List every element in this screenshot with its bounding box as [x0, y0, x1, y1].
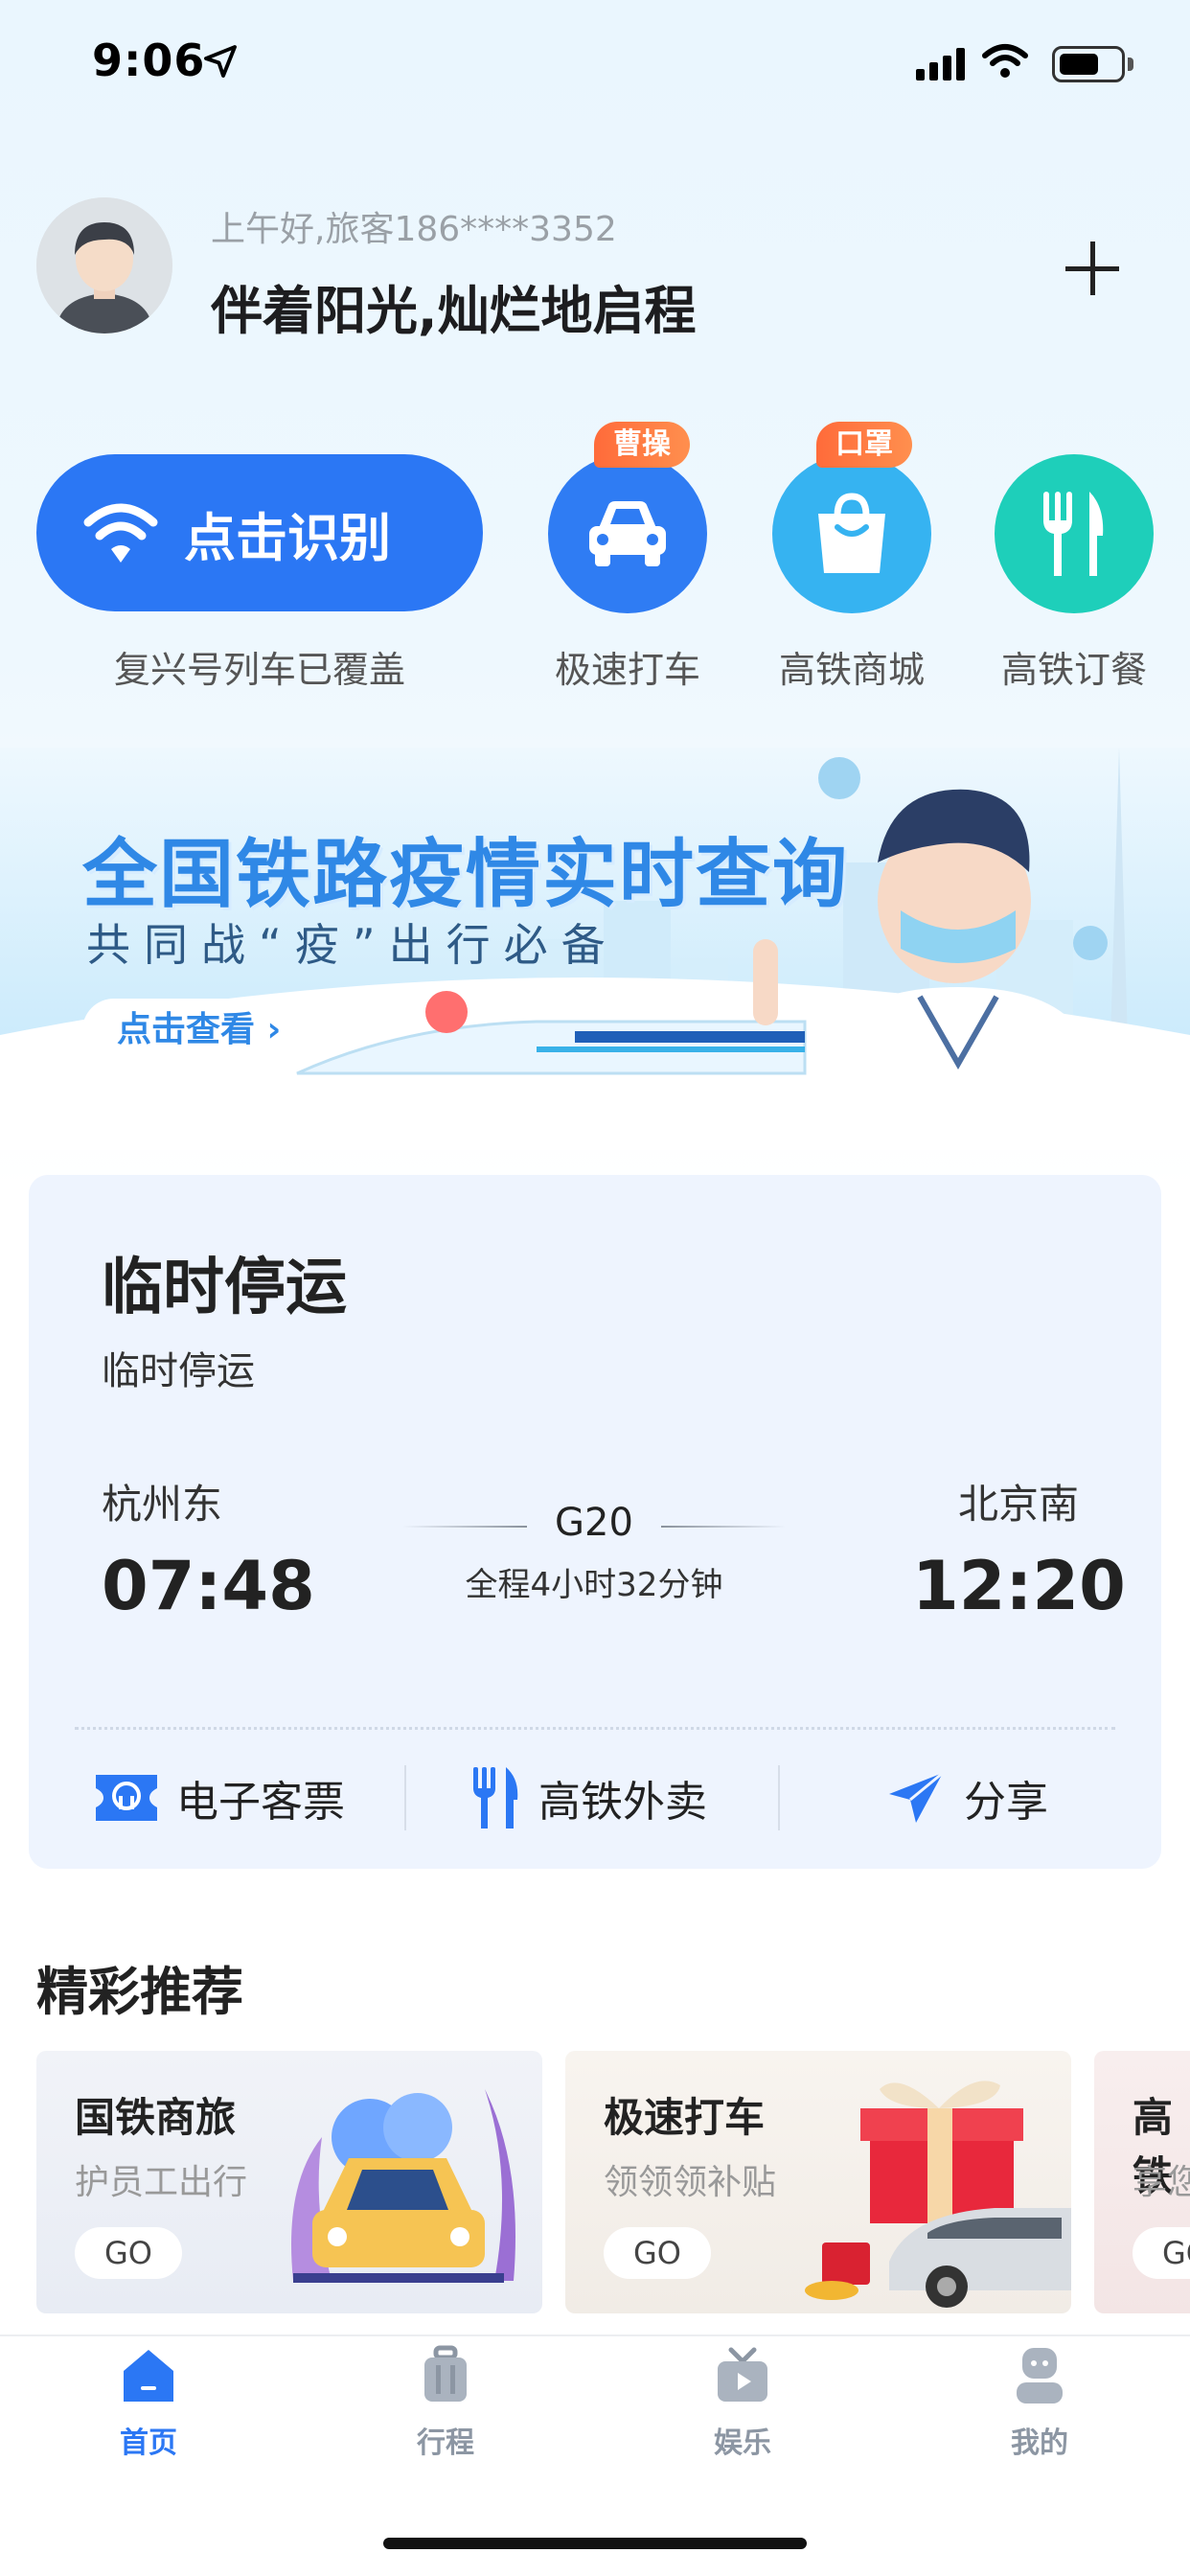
wifi-icon	[982, 44, 1028, 78]
share-action[interactable]: 分享	[887, 1763, 1048, 1832]
tab-label: 首页	[120, 2426, 177, 2460]
cellular-signal-icon	[916, 48, 965, 80]
action-separator	[778, 1765, 780, 1830]
departure-time: 07:48	[102, 1547, 315, 1625]
tab-home[interactable]: 首页	[53, 2344, 244, 2461]
battery-icon	[1052, 46, 1125, 82]
arrival-station: 北京南	[958, 1481, 1080, 1528]
share-plane-icon	[889, 1771, 944, 1823]
trip-status-subtitle: 临时停运	[102, 1349, 255, 1393]
taxi-tag-badge: 曹操	[594, 422, 690, 468]
recommend-card-partial[interactable]: 高铁 享您 GO	[1094, 2051, 1190, 2313]
recommend-section-title: 精彩推荐	[36, 1962, 243, 2022]
tab-trips[interactable]: 行程	[350, 2344, 541, 2461]
avatar[interactable]	[36, 197, 172, 334]
tab-label: 娱乐	[714, 2426, 771, 2460]
identify-label: 点击识别	[184, 507, 391, 568]
battery-tip	[1128, 58, 1133, 71]
departure-station: 杭州东	[102, 1481, 223, 1528]
location-arrow-icon	[204, 45, 237, 78]
share-label: 分享	[964, 1778, 1048, 1827]
recommend-card-subtitle: 护员工出行	[75, 2163, 248, 2202]
railway-ticket-icon	[96, 1775, 157, 1821]
recommend-card-taxi[interactable]: 极速打车 领领领补贴 GO	[565, 2051, 1071, 2313]
recommend-go-button[interactable]: GO	[75, 2227, 182, 2279]
car-icon	[589, 501, 666, 566]
identify-caption: 复兴号列车已覆盖	[113, 649, 405, 691]
tab-label: 我的	[1011, 2426, 1068, 2460]
recommend-card-title: 国铁商旅	[75, 2094, 237, 2141]
quick-action-meal[interactable]	[995, 454, 1154, 613]
food-delivery-action[interactable]: 高铁外卖	[471, 1763, 707, 1832]
wifi-icon	[83, 503, 158, 563]
luggage-icon	[424, 2345, 467, 2402]
fork-knife-icon	[1043, 492, 1104, 576]
identify-button[interactable]: 点击识别	[36, 454, 483, 611]
trip-duration: 全程4小时32分钟	[465, 1566, 723, 1604]
e-ticket-label: 电子客票	[176, 1778, 345, 1827]
quick-action-taxi[interactable]	[548, 454, 707, 613]
recommend-go-button[interactable]: GO	[604, 2227, 711, 2279]
quick-action-mall[interactable]	[772, 454, 931, 613]
greeting-text: 上午好,旅客186****3352	[211, 210, 617, 249]
meal-label: 高铁订餐	[1000, 649, 1147, 691]
epidemic-banner[interactable]: 全国铁路疫情实时查询 共同战“疫”出行必备 点击查看 ›	[0, 748, 1190, 1150]
recommend-card-title: 极速打车	[604, 2094, 766, 2141]
add-plus-icon[interactable]	[1065, 242, 1119, 295]
mall-label: 高铁商城	[778, 649, 925, 691]
recommend-card-business-travel[interactable]: 国铁商旅 护员工出行 GO	[36, 2051, 542, 2313]
recommend-card-subtitle: 享您	[1133, 2163, 1190, 2202]
gift-car-illustration	[805, 2081, 1071, 2308]
tab-entertainment[interactable]: 娱乐	[647, 2344, 838, 2461]
fork-knife-icon	[473, 1767, 518, 1828]
trip-status-title: 临时停运	[102, 1253, 347, 1323]
arrival-time: 12:20	[912, 1547, 1126, 1625]
e-ticket-action[interactable]: 电子客票	[92, 1763, 345, 1832]
mall-tag-badge: 口罩	[816, 422, 912, 468]
tv-play-icon	[718, 2347, 767, 2402]
train-number: G20	[555, 1501, 633, 1545]
tab-label: 行程	[417, 2426, 474, 2460]
banner-subtitle: 共同战“疫”出行必备	[86, 919, 619, 971]
profile-icon	[1017, 2348, 1063, 2404]
home-indicator	[383, 2538, 807, 2549]
banner-view-button[interactable]: 点击查看 ›	[82, 999, 316, 1062]
home-icon	[124, 2350, 173, 2402]
user-avatar-icon	[36, 197, 172, 334]
status-time: 9:06	[92, 34, 206, 86]
action-separator	[404, 1765, 406, 1830]
banner-title: 全国铁路疫情实时查询	[82, 832, 850, 918]
taxi-label: 极速打车	[554, 649, 700, 691]
shopping-bag-icon	[818, 493, 885, 573]
recommend-go-button[interactable]: GO	[1133, 2227, 1190, 2279]
food-delivery-label: 高铁外卖	[538, 1778, 707, 1827]
tab-profile[interactable]: 我的	[944, 2344, 1135, 2461]
recommend-card-subtitle: 领领领补贴	[604, 2163, 777, 2202]
motto-text: 伴着阳光,灿烂地启程	[211, 281, 697, 341]
card-divider	[75, 1727, 1115, 1730]
car-illustration	[291, 2089, 515, 2283]
